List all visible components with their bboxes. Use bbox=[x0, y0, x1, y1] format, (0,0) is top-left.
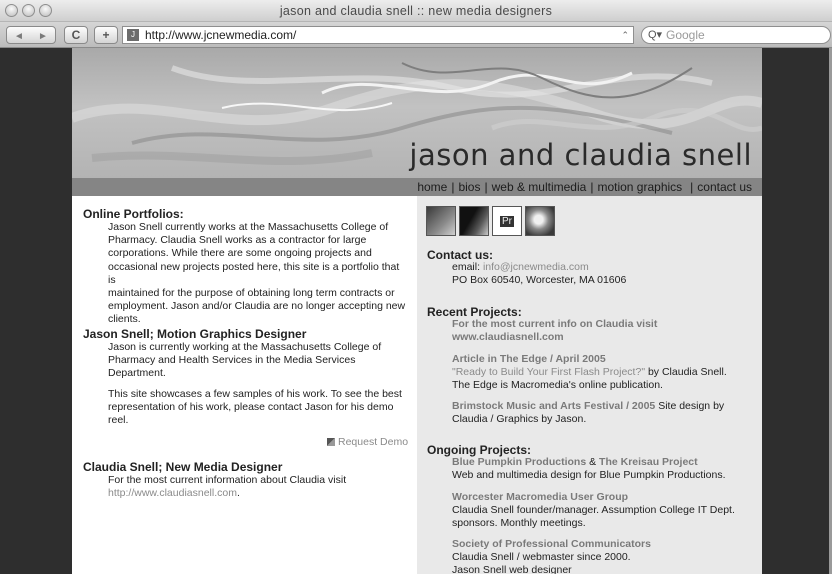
nav-separator: | bbox=[690, 180, 694, 194]
text-line: Claudia / Graphics by Jason. bbox=[452, 413, 587, 426]
text-line: Department. bbox=[108, 367, 166, 380]
brimstock-link[interactable]: Brimstock Music and Arts Festival / 2005 bbox=[452, 400, 655, 412]
add-bookmark-button[interactable]: + bbox=[94, 26, 118, 44]
address-bar[interactable]: J http://www.jcnewmedia.com/ ⌃ bbox=[122, 26, 634, 44]
text-line: For the most current information about C… bbox=[108, 474, 347, 486]
site-nav: home | bios | web & multimedia | motion graphi… bbox=[72, 178, 762, 196]
recent-item-1: For the most current info on Claudia vis… bbox=[452, 318, 757, 344]
email-line: email: info@jcnewmedia.com bbox=[452, 261, 752, 274]
period: . bbox=[236, 487, 240, 500]
forward-button[interactable]: ► bbox=[31, 29, 55, 45]
ongoing-item-1: Blue Pumpkin Productions & The Kreisau P… bbox=[452, 456, 757, 482]
search-icon: Q▾ bbox=[648, 29, 663, 41]
contact-heading: Contact us: bbox=[427, 248, 493, 262]
text-line: representation of his work, please conta… bbox=[108, 401, 394, 414]
spc-link[interactable]: Society of Professional Communicators bbox=[452, 538, 757, 551]
nav-contact-us[interactable]: contact us bbox=[697, 180, 752, 194]
browser-toolbar: ◄ ► C + J http://www.jcnewmedia.com/ ⌃ Q▾… bbox=[0, 22, 832, 48]
text-line: corporations. While there are some ongoi… bbox=[108, 247, 372, 260]
recent-item-2: Article in The Edge / April 2005 "Ready … bbox=[452, 353, 757, 393]
banner-image: jason and claudia snell bbox=[72, 48, 762, 178]
nav-home[interactable]: home bbox=[417, 180, 447, 194]
recent-link-text[interactable]: For the most current info on Claudia vis… bbox=[452, 318, 757, 331]
request-demo-icon bbox=[327, 438, 335, 447]
macromedia-group-link[interactable]: Worcester Macromedia User Group bbox=[452, 491, 757, 504]
text-line: Web and multimedia design for Blue Pumpk… bbox=[452, 469, 726, 482]
chevron-icon[interactable]: ⌃ bbox=[621, 27, 629, 43]
text-line: Brimstock Music and Arts Festival / 2005… bbox=[452, 400, 757, 413]
request-demo-link[interactable]: Request Demo bbox=[327, 436, 408, 448]
flash-icon[interactable] bbox=[459, 206, 489, 236]
browser-window: jason and claudia snell :: new media des… bbox=[0, 0, 832, 574]
back-button[interactable]: ◄ bbox=[7, 29, 31, 45]
text-line: clients. bbox=[108, 313, 141, 326]
claudia-text: For the most current information about C… bbox=[108, 474, 408, 500]
text-fragment: Site design by bbox=[655, 400, 725, 412]
byline: by Claudia Snell. bbox=[645, 366, 727, 379]
nav-web-multimedia[interactable]: web & multimedia bbox=[492, 180, 587, 194]
blue-pumpkin-link[interactable]: Blue Pumpkin Productions bbox=[452, 456, 586, 468]
ongoing-item-2: Worcester Macromedia User Group Claudia … bbox=[452, 491, 757, 531]
text-line: The Edge is Macromedia's online publicat… bbox=[452, 379, 663, 392]
reload-button[interactable]: C bbox=[64, 26, 88, 44]
site-favicon-icon: J bbox=[127, 29, 139, 41]
url-text: http://www.jcnewmedia.com/ bbox=[145, 28, 297, 42]
back-forward-group: ◄ ► bbox=[6, 26, 56, 44]
claudia-heading: Claudia Snell; New Media Designer bbox=[83, 460, 283, 474]
portfolios-heading: Online Portfolios: bbox=[83, 207, 184, 221]
flash-article-link[interactable]: "Ready to Build Your First Flash Project… bbox=[452, 366, 645, 378]
text-line: Jason is currently working at the Massac… bbox=[108, 341, 382, 353]
ongoing-heading: Ongoing Projects: bbox=[427, 443, 532, 457]
text-line: http://www.claudiasnell.com. bbox=[108, 487, 408, 500]
after-effects-icon[interactable] bbox=[426, 206, 456, 236]
text-line: "Ready to Build Your First Flash Project… bbox=[452, 366, 757, 379]
contact-info: email: info@jcnewmedia.com PO Box 60540,… bbox=[452, 261, 752, 287]
claudia-site-link[interactable]: http://www.claudiasnell.com bbox=[108, 487, 237, 499]
kreisau-link[interactable]: The Kreisau Project bbox=[599, 456, 698, 468]
ongoing-item-3: Society of Professional Communicators Cl… bbox=[452, 538, 757, 574]
title-bar: jason and claudia snell :: new media des… bbox=[0, 0, 832, 22]
claudia-url-link[interactable]: www.claudiasnell.com bbox=[452, 331, 757, 344]
right-column: Pr Contact us: email: info@jcnewmedia.co… bbox=[417, 196, 762, 574]
search-input[interactable]: Q▾ Google bbox=[641, 26, 831, 44]
web-page: jason and claudia snell home | bios | web & … bbox=[72, 48, 762, 574]
text-line: Claudia Snell founder/manager. Assumptio… bbox=[452, 504, 735, 517]
edge-article-title[interactable]: Article in The Edge / April 2005 bbox=[452, 353, 757, 366]
text-line: sponsors. Monthly meetings. bbox=[452, 517, 586, 530]
premiere-icon[interactable]: Pr bbox=[492, 206, 522, 236]
dreamweaver-icon[interactable] bbox=[525, 206, 555, 236]
plus-icon: + bbox=[102, 28, 110, 42]
text-line: reel. bbox=[108, 414, 129, 427]
email-link[interactable]: info@jcnewmedia.com bbox=[483, 261, 589, 273]
jason-text-2: This site showcases a few samples of his… bbox=[108, 388, 408, 428]
window-title: jason and claudia snell :: new media des… bbox=[279, 4, 553, 18]
jason-heading: Jason Snell; Motion Graphics Designer bbox=[83, 327, 307, 341]
nav-separator: | bbox=[590, 180, 594, 194]
nav-bios[interactable]: bios bbox=[458, 180, 480, 194]
email-label: email: bbox=[452, 261, 483, 273]
site-title: jason and claudia snell bbox=[409, 138, 752, 172]
nav-motion-graphics[interactable]: motion graphics bbox=[597, 180, 682, 194]
jason-text: Jason is currently working at the Massac… bbox=[108, 341, 408, 381]
text-line: Jason Snell web designer bbox=[452, 564, 572, 574]
portfolios-text: Jason Snell currently works at the Massa… bbox=[108, 221, 408, 327]
search-placeholder: Google bbox=[666, 28, 705, 42]
request-demo-label: Request Demo bbox=[338, 436, 409, 448]
text-line: maintained for the purpose of obtaining … bbox=[108, 287, 395, 300]
text-line: Pharmacy. Claudia Snell works as a contr… bbox=[108, 234, 367, 247]
text-line: Jason Snell currently works at the Massa… bbox=[108, 221, 389, 233]
reload-icon: C bbox=[71, 28, 81, 42]
recent-heading: Recent Projects: bbox=[427, 305, 522, 319]
text-line: Pharmacy and Health Services in the Medi… bbox=[108, 354, 356, 367]
text-line: Claudia Snell / webmaster since 2000. bbox=[452, 551, 631, 564]
text-line: occasional new projects posted here, thi… bbox=[108, 260, 400, 286]
nav-separator: | bbox=[451, 180, 455, 194]
ampersand: & bbox=[586, 456, 600, 468]
nav-separator: | bbox=[484, 180, 488, 194]
address: PO Box 60540, Worcester, MA 01606 bbox=[452, 274, 627, 287]
recent-item-3: Brimstock Music and Arts Festival / 2005… bbox=[452, 400, 757, 426]
text-line: This site showcases a few samples of his… bbox=[108, 388, 402, 400]
text-line: Blue Pumpkin Productions & The Kreisau P… bbox=[452, 456, 757, 469]
text-line: employment. Jason and/or Claudia are no … bbox=[108, 300, 406, 313]
